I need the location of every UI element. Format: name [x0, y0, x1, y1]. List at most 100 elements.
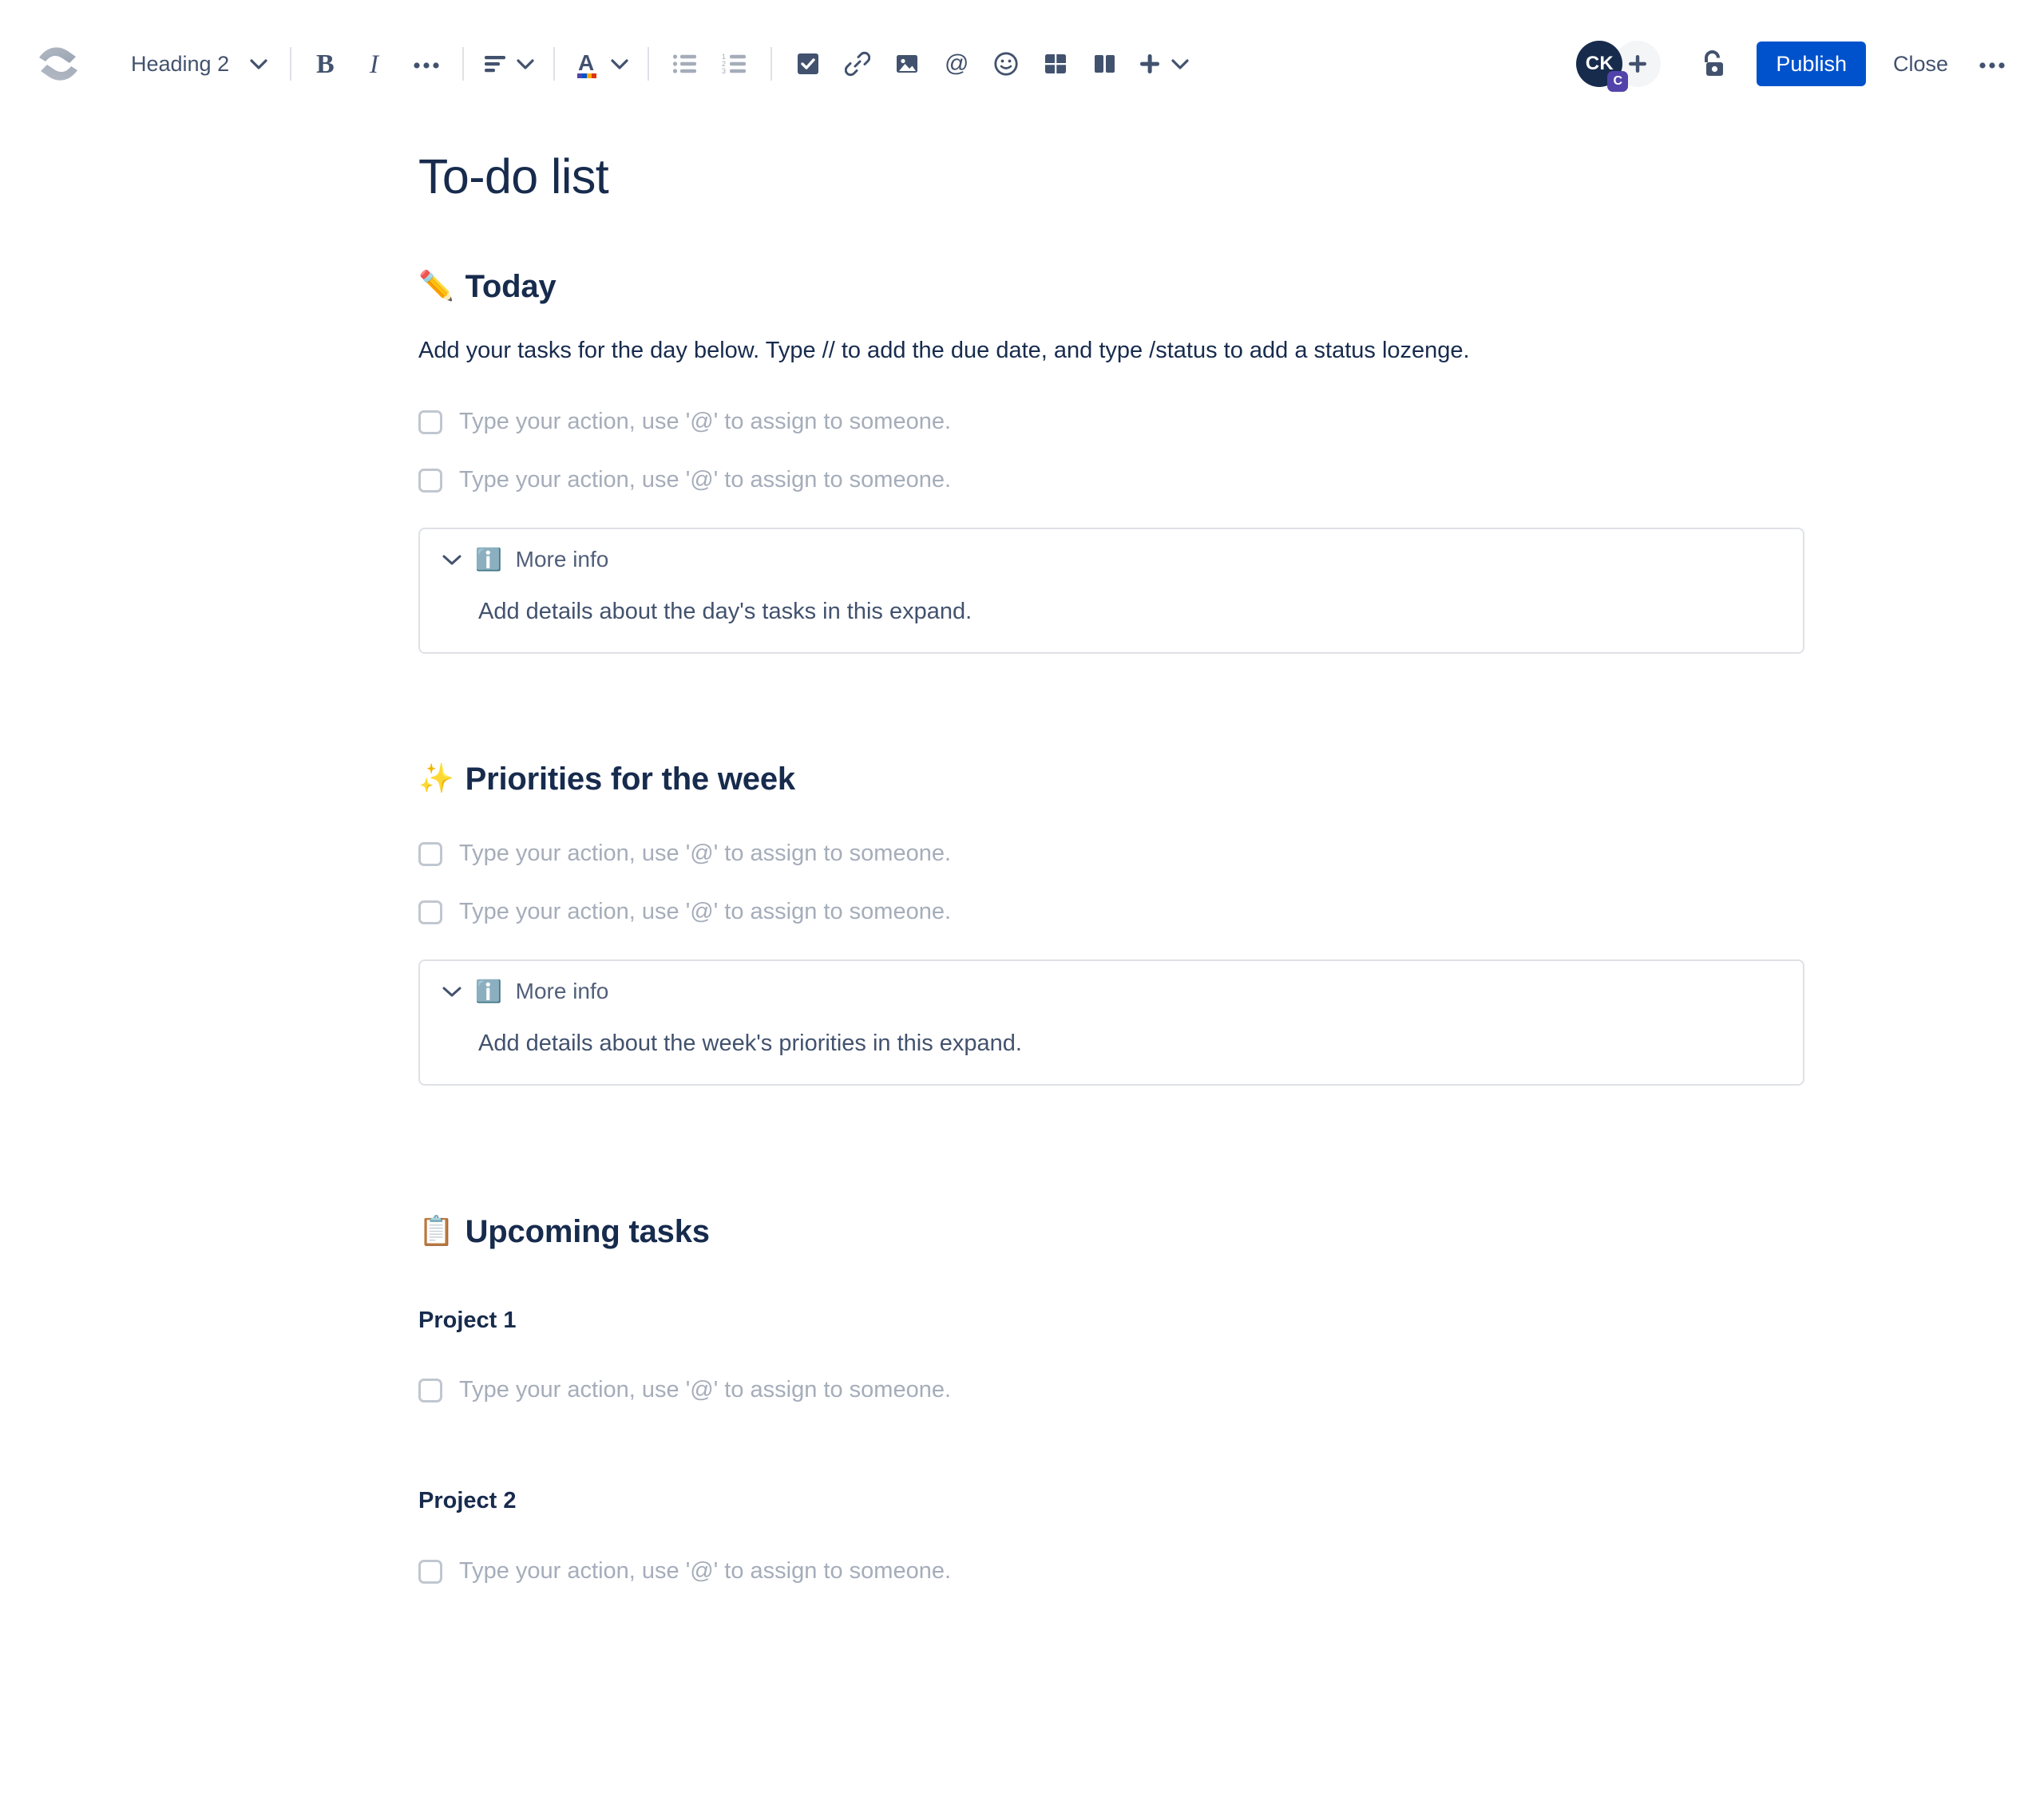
task-checkbox[interactable] — [418, 1559, 442, 1584]
ellipsis-icon — [414, 62, 439, 69]
task-checkbox[interactable] — [418, 1379, 442, 1403]
section-heading-upcoming[interactable]: 📋 Upcoming tasks — [418, 1212, 1804, 1252]
section-heading-label: Priorities for the week — [465, 762, 796, 797]
task-checkbox[interactable] — [418, 900, 442, 924]
toolbar-divider — [462, 47, 465, 81]
expand-panel[interactable]: ℹ️ More info Add details about the week'… — [418, 959, 1804, 1086]
mention-button[interactable]: @ — [932, 39, 981, 89]
task-placeholder[interactable]: Type your action, use '@' to assign to s… — [459, 837, 951, 870]
section-heading-label: Today — [465, 269, 557, 305]
insert-more-dropdown[interactable] — [1130, 39, 1197, 89]
bulleted-list-icon — [673, 54, 697, 73]
link-button[interactable] — [833, 39, 882, 89]
bulleted-list-button[interactable] — [660, 39, 710, 89]
chevron-down-icon[interactable] — [442, 986, 461, 997]
information-emoji: ℹ️ — [475, 547, 502, 572]
layout-columns-icon — [1095, 55, 1115, 73]
expand-body-text[interactable]: Add details about the day's tasks in thi… — [478, 595, 1781, 628]
italic-button[interactable]: I — [352, 39, 402, 89]
svg-text:A: A — [578, 50, 594, 75]
clipboard-emoji: 📋 — [418, 1214, 454, 1248]
task-checkbox[interactable] — [418, 468, 442, 493]
task-checkbox[interactable] — [418, 842, 442, 867]
section-heading-label: Upcoming tasks — [465, 1213, 710, 1249]
avatar[interactable]: Today CK C — [1576, 41, 1629, 92]
information-emoji: ℹ️ — [475, 979, 502, 1004]
task-item[interactable]: Type your action, use '@' to assign to s… — [418, 837, 1804, 870]
table-button[interactable] — [1031, 39, 1080, 89]
confluence-logo[interactable] — [34, 39, 83, 89]
task-item[interactable]: Type your action, use '@' to assign to s… — [418, 406, 1804, 438]
expand-title[interactable]: More info — [516, 979, 609, 1004]
task-item[interactable]: Type your action, use '@' to assign to s… — [418, 1374, 1804, 1406]
project-heading[interactable]: Project 1 — [418, 1306, 1804, 1336]
svg-text:B: B — [316, 49, 335, 79]
image-button[interactable] — [882, 39, 932, 89]
image-icon — [897, 55, 918, 73]
svg-text:@: @ — [945, 51, 969, 77]
toolbar-divider — [770, 47, 773, 81]
task-placeholder[interactable]: Type your action, use '@' to assign to s… — [459, 1374, 951, 1406]
emoji-button[interactable] — [981, 39, 1031, 89]
chevron-down-icon[interactable] — [442, 554, 461, 565]
task-checkbox[interactable] — [418, 410, 442, 435]
collaborator-avatars: Today CK C — [1576, 41, 1662, 92]
expand-title[interactable]: More info — [516, 547, 609, 572]
task-item[interactable]: Type your action, use '@' to assign to s… — [418, 1555, 1804, 1588]
publish-button[interactable]: Publish — [1757, 42, 1866, 86]
table-icon — [1045, 54, 1067, 73]
text-style-dropdown[interactable]: Heading 2 — [117, 39, 279, 89]
expand-panel[interactable]: ℹ️ More info Add details about the day's… — [418, 528, 1804, 655]
svg-text:3: 3 — [722, 67, 726, 74]
toolbar-divider — [290, 47, 292, 81]
section-heading-priorities[interactable]: ✨ Priorities for the week — [418, 759, 1804, 799]
checkbox-icon — [798, 53, 819, 74]
link-icon — [845, 51, 871, 77]
plus-icon — [1140, 54, 1160, 73]
layout-button[interactable] — [1080, 39, 1130, 89]
text-color-icon: A — [577, 50, 597, 78]
avatar-product-badge: C — [1607, 71, 1629, 92]
expand-header[interactable]: ℹ️ More info — [442, 547, 1781, 572]
expand-header[interactable]: ℹ️ More info — [442, 979, 1781, 1004]
expand-body-text[interactable]: Add details about the week's priorities … — [478, 1027, 1781, 1060]
task-placeholder[interactable]: Type your action, use '@' to assign to s… — [459, 1555, 951, 1588]
plus-icon — [1629, 55, 1647, 73]
text-style-label: Heading 2 — [131, 51, 230, 76]
italic-icon: I — [369, 50, 380, 79]
bold-icon: B — [316, 49, 335, 79]
numbered-list-icon: 1 2 3 — [722, 53, 747, 74]
restrictions-button[interactable] — [1688, 39, 1737, 89]
task-item[interactable]: Type your action, use '@' to assign to s… — [418, 464, 1804, 497]
close-button[interactable]: Close — [1877, 42, 1964, 86]
task-placeholder[interactable]: Type your action, use '@' to assign to s… — [459, 464, 951, 497]
chevron-down-icon — [611, 58, 628, 69]
mention-at-icon: @ — [945, 51, 969, 77]
page-title[interactable]: To-do list — [418, 148, 1804, 206]
editor-toolbar: Heading 2 B I A 1 2 3 @ CK C Publish Clo… — [0, 0, 2044, 128]
task-placeholder[interactable]: Type your action, use '@' to assign to s… — [459, 896, 951, 928]
bold-button[interactable]: B — [303, 39, 352, 89]
numbered-list-button[interactable]: 1 2 3 — [710, 39, 759, 89]
chevron-down-icon — [250, 58, 267, 69]
sparkles-emoji: ✨ — [418, 762, 454, 796]
ellipsis-icon — [1979, 62, 2005, 69]
text-color-dropdown[interactable]: A — [566, 39, 636, 89]
toolbar-divider — [648, 47, 650, 81]
today-intro-text[interactable]: Add your tasks for the day below. Type /… — [418, 334, 1804, 367]
unlocked-padlock-icon — [1705, 50, 1724, 76]
action-item-button[interactable] — [783, 39, 833, 89]
section-heading-today[interactable]: ✏️ Today — [418, 267, 1804, 307]
toolbar-divider — [553, 47, 556, 81]
overflow-menu-button[interactable] — [1969, 41, 2015, 87]
project-heading[interactable]: Project 2 — [418, 1486, 1804, 1517]
chevron-down-icon — [1171, 58, 1189, 69]
emoji-smiley-icon — [994, 52, 1018, 76]
task-placeholder[interactable]: Type your action, use '@' to assign to s… — [459, 406, 951, 438]
text-align-dropdown[interactable] — [475, 39, 542, 89]
more-formatting-button[interactable] — [402, 39, 451, 89]
chevron-down-icon — [517, 58, 534, 69]
document-editor[interactable]: To-do list ✏️ Today Add your tasks for t… — [0, 148, 2044, 1587]
task-item[interactable]: Type your action, use '@' to assign to s… — [418, 896, 1804, 928]
align-left-icon — [485, 56, 506, 73]
